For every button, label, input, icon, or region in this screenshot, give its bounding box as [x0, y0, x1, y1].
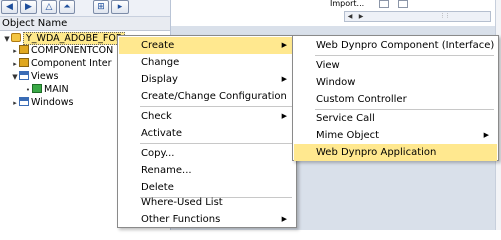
collapse-button[interactable]: ⏶ [59, 0, 75, 14]
menu-item-label: Create [141, 40, 175, 51]
forward-button[interactable]: ▶ [20, 0, 37, 14]
more-button[interactable]: ▸ [111, 0, 129, 14]
folder-icon [19, 71, 29, 80]
submenu-arrow-icon: ▶ [281, 75, 287, 83]
menu-item-copy[interactable]: Copy... [119, 145, 295, 162]
submenu-item-custom-controller[interactable]: Custom Controller [294, 91, 497, 108]
collapsed-icon[interactable]: ▸ [11, 45, 19, 57]
tree-node-component-interface[interactable]: ▸ Component Inter [11, 58, 111, 70]
menu-item-label: Other Functions [141, 214, 221, 225]
submenu-arrow-icon: ▶ [281, 112, 287, 120]
component-icon [11, 33, 21, 42]
menu-item-label: Activate [141, 128, 182, 139]
menu-item-label: Copy... [141, 148, 175, 159]
menu-item-rename[interactable]: Rename... [119, 162, 295, 179]
menu-item-change[interactable]: Change [119, 54, 295, 71]
hierarchy-button[interactable]: ⊞ [93, 0, 109, 14]
submenu-item-window[interactable]: Window [294, 74, 497, 91]
expanded-icon[interactable]: ▼ [11, 71, 19, 83]
submenu-arrow-icon: ▶ [483, 131, 489, 139]
menu-item-create[interactable]: Create ▶ [119, 37, 295, 54]
tree-node-label: Component Inter [31, 58, 112, 69]
tree-node-label: MAIN [44, 84, 69, 95]
menu-item-label: Service Call [316, 113, 375, 124]
submenu-item-mime-object[interactable]: Mime Object ▶ [294, 127, 497, 144]
scroll-left-icon[interactable]: ◀ [345, 12, 355, 21]
context-menu: Create ▶ Change Display ▶ Create/Change … [117, 35, 297, 228]
menu-item-label: Rename... [141, 165, 192, 176]
collapsed-icon[interactable]: ▸ [11, 97, 19, 109]
tree-toolbar: ◀ ▶ △ ⏶ ⊞ ▸ [0, 0, 170, 17]
collapsed-icon[interactable]: ▸ [11, 58, 19, 70]
menu-item-label: Custom Controller [316, 94, 407, 105]
scroll-grip-icon[interactable]: ⋮⋮ [440, 14, 450, 19]
submenu-item-service-call[interactable]: Service Call [294, 110, 497, 127]
leaf-icon: • [25, 86, 31, 94]
menu-separator [140, 106, 292, 107]
expanded-icon[interactable]: ▼ [3, 33, 11, 45]
menu-item-label: Change [141, 57, 180, 68]
menu-separator [140, 143, 292, 144]
arrow-right-icon: ▶ [25, 2, 32, 12]
tree-node-label: Views [31, 71, 59, 82]
create-submenu: Web Dynpro Component (Interface) View Wi… [292, 35, 499, 161]
pyramid-icon: ⏶ [63, 2, 71, 12]
column-header-import: Import... [330, 0, 365, 8]
menu-item-other-functions[interactable]: Other Functions ▶ [119, 211, 295, 228]
menu-item-create-change-configuration[interactable]: Create/Change Configuration [119, 88, 295, 105]
menu-item-display[interactable]: Display ▶ [119, 71, 295, 88]
menu-item-label: Delete [141, 182, 174, 193]
checkbox[interactable] [398, 0, 408, 8]
horizontal-scrollbar[interactable]: ◀ ▶ ⋮⋮ [344, 11, 491, 22]
tree-node-componentcontroller[interactable]: ▸ COMPONENTCON [11, 45, 113, 57]
menu-item-check[interactable]: Check ▶ [119, 108, 295, 125]
folder-icon [19, 97, 29, 106]
submenu-arrow-icon: ▶ [281, 215, 287, 223]
scroll-right-icon[interactable]: ▶ [356, 12, 366, 21]
up-button[interactable]: △ [41, 0, 57, 14]
menu-item-label: Check [141, 111, 172, 122]
checkbox[interactable] [379, 0, 389, 8]
tree-node-windows[interactable]: ▸ Windows [11, 97, 73, 109]
tree-node-label: COMPONENTCON [31, 45, 114, 56]
menu-separator [315, 55, 494, 56]
menu-arrow-icon: ▸ [117, 2, 123, 12]
hierarchy-icon: ⊞ [97, 2, 105, 12]
menu-item-label: View [316, 60, 340, 71]
back-button[interactable]: ◀ [1, 0, 18, 14]
view-icon [32, 84, 42, 93]
menu-item-label: Window [316, 77, 356, 88]
menu-item-label: Create/Change Configuration [141, 91, 287, 102]
triangle-icon: △ [45, 2, 53, 12]
tree-node-views[interactable]: ▼ Views [11, 71, 59, 83]
tree-column-header: Object Name [0, 17, 170, 31]
menu-item-label: Web Dynpro Application [316, 147, 437, 158]
menu-item-where-used-list[interactable]: Where-Used List [119, 194, 295, 211]
tree-node-label: Y_WDA_ADOBE_FOR [23, 32, 126, 45]
tree-node-label: Windows [31, 97, 74, 108]
submenu-arrow-icon: ▶ [281, 41, 287, 49]
submenu-item-web-dynpro-application[interactable]: Web Dynpro Application [294, 144, 497, 161]
arrow-left-icon: ◀ [6, 2, 13, 12]
submenu-item-web-dynpro-component-interface[interactable]: Web Dynpro Component (Interface) [294, 37, 497, 54]
menu-item-label: Mime Object [316, 130, 380, 141]
tree-node-root[interactable]: ▼ Y_WDA_ADOBE_FOR [3, 32, 126, 45]
interface-icon [19, 58, 29, 67]
tree-node-main[interactable]: • MAIN [24, 84, 69, 96]
menu-item-activate[interactable]: Activate [119, 125, 295, 142]
menu-item-label: Web Dynpro Component (Interface) [316, 40, 495, 51]
menu-item-label: Where-Used List [141, 197, 223, 208]
menu-item-label: Display [141, 74, 178, 85]
controller-icon [19, 45, 29, 54]
submenu-item-view[interactable]: View [294, 57, 497, 74]
